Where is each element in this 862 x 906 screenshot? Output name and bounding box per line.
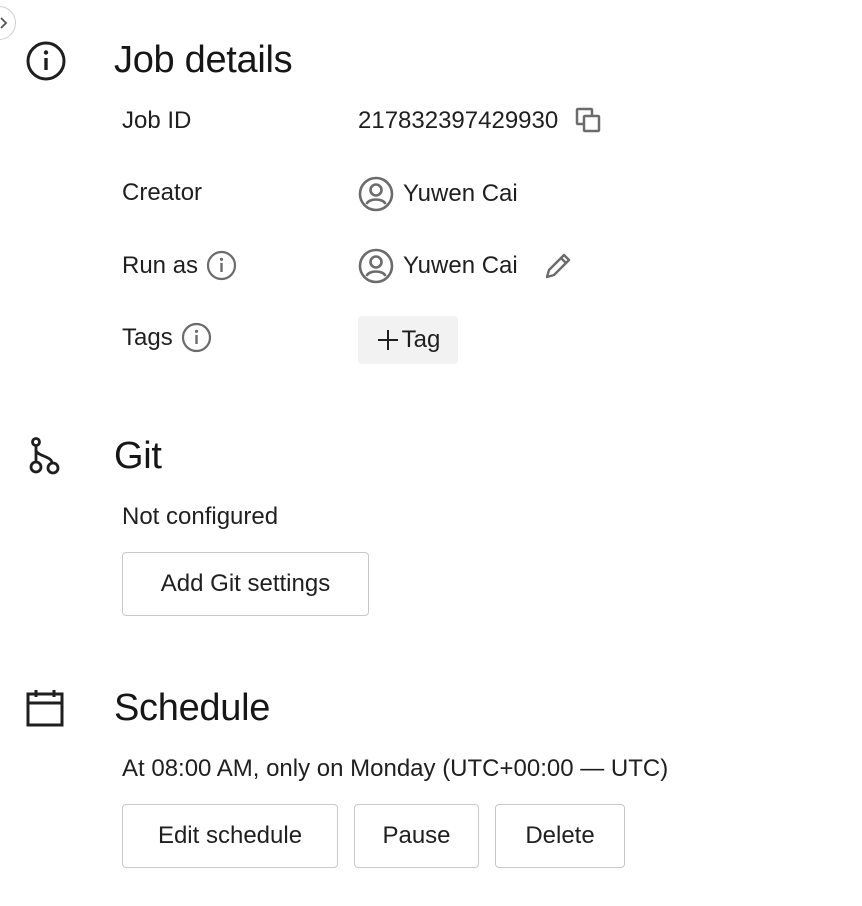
edit-schedule-button[interactable]: Edit schedule [122, 804, 338, 868]
pause-schedule-button[interactable]: Pause [354, 804, 479, 868]
plus-icon [377, 330, 398, 350]
creator-name: Yuwen Cai [403, 180, 518, 207]
add-tag-button[interactable]: Tag [358, 316, 458, 364]
job-id-value-row: 217832397429930 [358, 106, 604, 136]
job-id-value: 217832397429930 [358, 107, 559, 134]
add-git-settings-button[interactable]: Add Git settings [122, 552, 369, 616]
tags-info-icon[interactable] [181, 322, 212, 353]
user-avatar-icon [358, 176, 394, 212]
creator-value-row: Yuwen Cai [358, 176, 518, 212]
tags-label: Tags [122, 322, 212, 353]
add-tag-label: Tag [401, 326, 441, 353]
schedule-description: At 08:00 AM, only on Monday (UTC+00:00 —… [122, 755, 669, 782]
run-as-name: Yuwen Cai [403, 252, 518, 279]
job-id-label: Job ID [122, 107, 192, 134]
edit-pencil-icon[interactable] [542, 250, 574, 282]
chevron-right-icon [0, 17, 8, 29]
user-avatar-icon [358, 248, 394, 284]
creator-label: Creator [122, 179, 203, 206]
run-as-label: Run as [122, 250, 237, 281]
job-details-title: Job details [114, 39, 293, 81]
schedule-title: Schedule [114, 687, 271, 729]
git-branch-icon [29, 437, 60, 475]
git-title: Git [114, 435, 162, 477]
run-as-info-icon[interactable] [206, 250, 237, 281]
git-status-text: Not configured [122, 503, 279, 530]
run-as-value-row: Yuwen Cai [358, 248, 574, 284]
calendar-icon [26, 690, 64, 727]
delete-schedule-button[interactable]: Delete [495, 804, 625, 868]
info-icon [26, 41, 66, 81]
copy-icon[interactable] [574, 106, 604, 136]
collapse-panel-button[interactable] [0, 6, 16, 40]
